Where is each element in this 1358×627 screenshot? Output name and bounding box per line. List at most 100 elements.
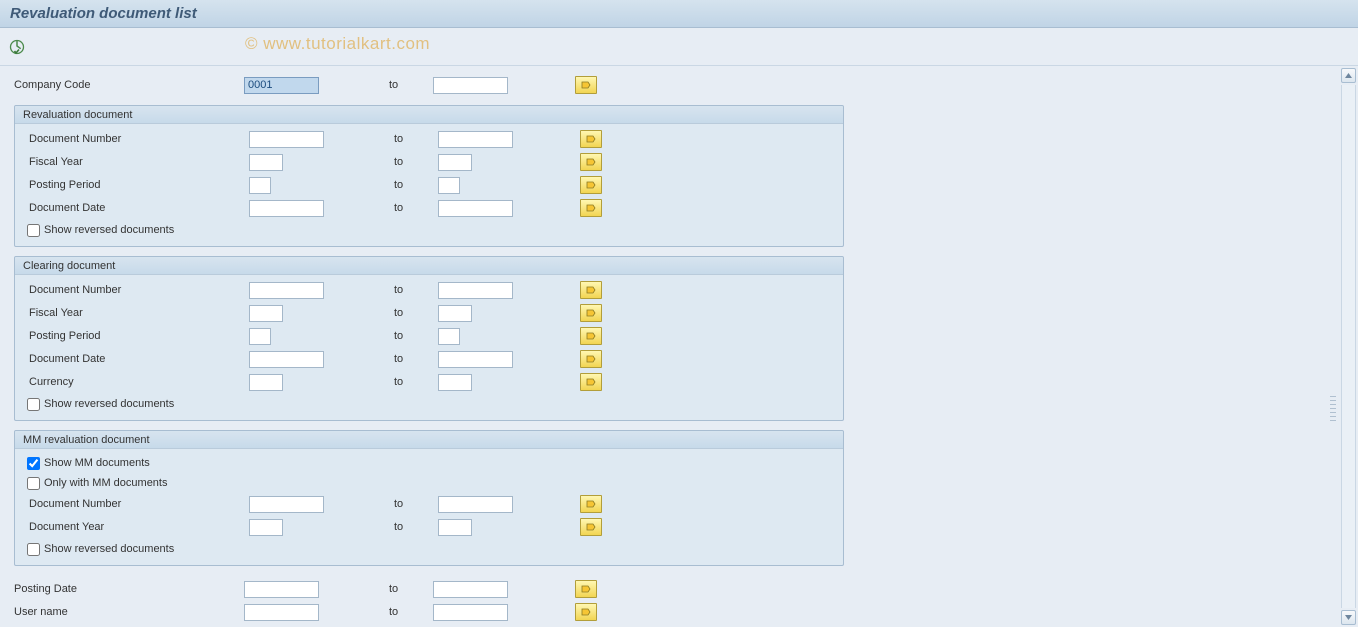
posting-date-to-input[interactable] [433, 581, 508, 598]
clearing-posting-period-to-input[interactable] [438, 328, 460, 345]
reval-doc-date-from-input[interactable] [249, 200, 324, 217]
mm-doc-year-row: Document Year to [19, 516, 839, 538]
to-label: to [394, 330, 438, 342]
mm-only-with-mm-row: Only with MM documents [19, 473, 839, 493]
clearing-doc-number-from-input[interactable] [249, 282, 324, 299]
revaluation-document-header: Revaluation document [15, 106, 843, 124]
mm-doc-number-label: Document Number [19, 498, 249, 510]
reval-doc-date-to-input[interactable] [438, 200, 513, 217]
reval-doc-date-options-button[interactable] [580, 199, 602, 217]
reval-posting-period-from-input[interactable] [249, 177, 271, 194]
reval-fiscal-year-row: Fiscal Year to [19, 151, 839, 173]
mm-show-reversed-checkbox[interactable] [27, 543, 40, 556]
mm-revaluation-header: MM revaluation document [15, 431, 843, 449]
revaluation-document-group: Revaluation document Document Number to … [14, 105, 844, 247]
clearing-show-reversed-row: Show reversed documents [19, 394, 839, 414]
clearing-fiscal-year-options-button[interactable] [580, 304, 602, 322]
reval-fiscal-year-from-input[interactable] [249, 154, 283, 171]
clearing-fiscal-year-from-input[interactable] [249, 305, 283, 322]
clearing-show-reversed-checkbox[interactable] [27, 398, 40, 411]
reval-fiscal-year-to-input[interactable] [438, 154, 472, 171]
mm-doc-number-options-button[interactable] [580, 495, 602, 513]
clearing-currency-label: Currency [19, 376, 249, 388]
mm-only-with-mm-label: Only with MM documents [44, 477, 167, 489]
mm-doc-year-options-button[interactable] [580, 518, 602, 536]
mm-doc-number-from-input[interactable] [249, 496, 324, 513]
mm-doc-year-label: Document Year [19, 521, 249, 533]
to-label: to [394, 202, 438, 214]
company-code-label: Company Code [14, 79, 244, 91]
clearing-doc-date-options-button[interactable] [580, 350, 602, 368]
to-label: to [394, 307, 438, 319]
vertical-scrollbar[interactable] [1340, 66, 1358, 627]
mm-show-reversed-label: Show reversed documents [44, 543, 174, 555]
clearing-fiscal-year-label: Fiscal Year [19, 307, 249, 319]
reval-fiscal-year-label: Fiscal Year [19, 156, 249, 168]
user-name-to-input[interactable] [433, 604, 508, 621]
to-label: to [394, 156, 438, 168]
execute-icon[interactable] [8, 38, 26, 56]
user-name-label: User name [14, 606, 244, 618]
reval-posting-period-options-button[interactable] [580, 176, 602, 194]
mm-only-with-mm-checkbox[interactable] [27, 477, 40, 490]
watermark: © www.tutorialkart.com [245, 34, 430, 54]
reval-show-reversed-label: Show reversed documents [44, 224, 174, 236]
reval-doc-date-label: Document Date [19, 202, 249, 214]
clearing-doc-number-options-button[interactable] [580, 281, 602, 299]
company-code-from-input[interactable] [244, 77, 319, 94]
clearing-document-header: Clearing document [15, 257, 843, 275]
user-name-options-button[interactable] [575, 603, 597, 621]
reval-doc-number-to-input[interactable] [438, 131, 513, 148]
clearing-currency-from-input[interactable] [249, 374, 283, 391]
company-code-options-button[interactable] [575, 76, 597, 94]
reval-doc-number-options-button[interactable] [580, 130, 602, 148]
clearing-fiscal-year-to-input[interactable] [438, 305, 472, 322]
to-label: to [394, 521, 438, 533]
reval-show-reversed-row: Show reversed documents [19, 220, 839, 240]
scroll-up-button[interactable] [1341, 68, 1356, 83]
reval-doc-number-from-input[interactable] [249, 131, 324, 148]
clearing-currency-options-button[interactable] [580, 373, 602, 391]
clearing-posting-period-from-input[interactable] [249, 328, 271, 345]
resize-grip-icon[interactable] [1330, 396, 1336, 424]
clearing-posting-period-label: Posting Period [19, 330, 249, 342]
clearing-doc-date-to-input[interactable] [438, 351, 513, 368]
mm-show-mm-checkbox[interactable] [27, 457, 40, 470]
posting-date-from-input[interactable] [244, 581, 319, 598]
clearing-doc-number-label: Document Number [19, 284, 249, 296]
mm-show-mm-row: Show MM documents [19, 453, 839, 473]
scroll-track[interactable] [1341, 85, 1356, 608]
mm-doc-number-row: Document Number to [19, 493, 839, 515]
user-name-from-input[interactable] [244, 604, 319, 621]
posting-date-label: Posting Date [14, 583, 244, 595]
to-label: to [389, 583, 433, 595]
company-code-to-input[interactable] [433, 77, 508, 94]
clearing-doc-date-label: Document Date [19, 353, 249, 365]
reval-doc-number-label: Document Number [19, 133, 249, 145]
toolbar: © www.tutorialkart.com [0, 28, 1358, 66]
reval-fiscal-year-options-button[interactable] [580, 153, 602, 171]
mm-doc-year-from-input[interactable] [249, 519, 283, 536]
mm-doc-year-to-input[interactable] [438, 519, 472, 536]
reval-posting-period-row: Posting Period to [19, 174, 839, 196]
page-title: Revaluation document list [10, 5, 197, 22]
clearing-doc-date-from-input[interactable] [249, 351, 324, 368]
scroll-down-button[interactable] [1341, 610, 1356, 625]
clearing-doc-date-row: Document Date to [19, 348, 839, 370]
clearing-posting-period-options-button[interactable] [580, 327, 602, 345]
to-label: to [389, 79, 433, 91]
reval-show-reversed-checkbox[interactable] [27, 224, 40, 237]
posting-date-options-button[interactable] [575, 580, 597, 598]
mm-show-mm-label: Show MM documents [44, 457, 150, 469]
to-label: to [394, 284, 438, 296]
clearing-show-reversed-label: Show reversed documents [44, 398, 174, 410]
clearing-doc-number-to-input[interactable] [438, 282, 513, 299]
clearing-currency-to-input[interactable] [438, 374, 472, 391]
to-label: to [394, 376, 438, 388]
reval-posting-period-label: Posting Period [19, 179, 249, 191]
clearing-document-group: Clearing document Document Number to Fis… [14, 256, 844, 421]
posting-date-row: Posting Date to [14, 578, 1344, 600]
body-area: Company Code to Revaluation document Doc… [0, 66, 1358, 627]
reval-posting-period-to-input[interactable] [438, 177, 460, 194]
mm-doc-number-to-input[interactable] [438, 496, 513, 513]
